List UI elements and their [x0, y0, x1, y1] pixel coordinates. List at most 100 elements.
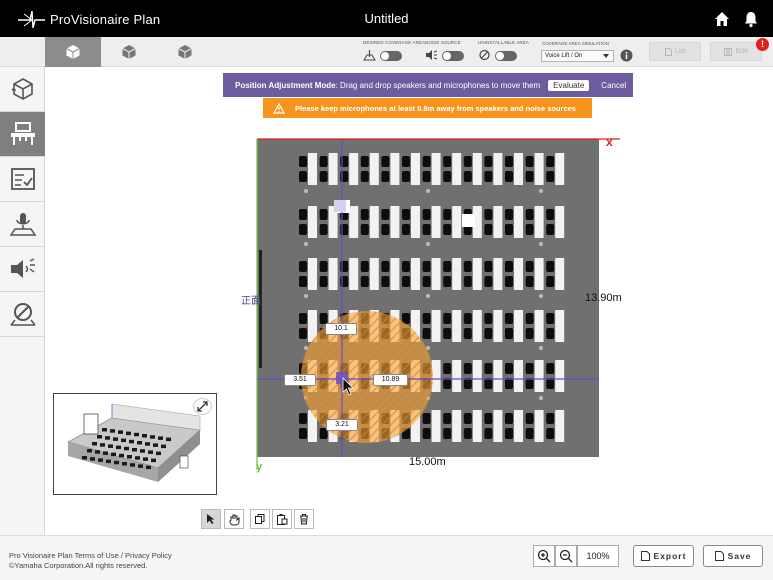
desk	[452, 310, 462, 342]
pan-tool-button[interactable]	[224, 509, 244, 529]
desk	[555, 206, 565, 238]
front-wall	[259, 250, 262, 368]
desk	[555, 258, 565, 290]
chair	[525, 171, 534, 182]
desk	[514, 310, 523, 342]
mini-desk	[113, 437, 118, 441]
chair	[525, 156, 534, 167]
desk	[493, 258, 503, 290]
chair	[505, 378, 513, 389]
chair	[463, 171, 472, 182]
mini-desk	[97, 435, 102, 439]
desk	[369, 206, 379, 238]
expand-minimap-button[interactable]	[193, 398, 212, 415]
y-axis-label: y	[256, 461, 263, 473]
chair	[463, 156, 472, 167]
chair	[319, 171, 328, 182]
desk	[555, 310, 565, 342]
chair	[463, 276, 472, 287]
chair	[360, 171, 369, 182]
chair	[546, 276, 555, 287]
chair	[443, 209, 452, 220]
desk	[555, 360, 565, 392]
zoom-out-icon	[559, 549, 573, 563]
paste-tool-button[interactable]	[272, 509, 292, 529]
microphone-marker-top[interactable]	[334, 200, 346, 212]
coordinate-top: 10.1	[325, 323, 357, 335]
desk	[472, 410, 482, 442]
chair	[402, 209, 410, 220]
export-button[interactable]: Export	[633, 545, 694, 567]
chair	[463, 428, 472, 439]
floor-marker	[539, 396, 543, 400]
chair	[525, 313, 534, 324]
mini-desk	[102, 428, 107, 432]
mini-desk	[137, 441, 142, 445]
copy-tool-button[interactable]	[250, 509, 270, 529]
delete-tool-button[interactable]	[294, 509, 314, 529]
save-icon	[714, 551, 724, 561]
chair	[402, 224, 410, 235]
chair	[484, 363, 493, 374]
select-tool-button[interactable]	[201, 509, 221, 529]
mini-desk	[95, 450, 100, 454]
coordinate-right: 10.89	[373, 374, 408, 386]
chair	[422, 328, 431, 339]
chair	[443, 224, 452, 235]
chair	[299, 328, 307, 339]
desk	[411, 153, 420, 185]
mini-desk	[108, 444, 113, 448]
chair	[299, 428, 307, 439]
terms-links[interactable]: Pro Visionaire Plan Terms of Use / Priva…	[9, 551, 172, 560]
mini-desk	[90, 457, 95, 461]
chair	[463, 313, 472, 324]
floor-marker	[539, 346, 543, 350]
chair	[360, 209, 369, 220]
mini-desk	[127, 455, 132, 459]
chair	[484, 428, 493, 439]
desk	[431, 206, 441, 238]
desk	[555, 153, 565, 185]
desk	[493, 360, 503, 392]
chair	[443, 428, 452, 439]
export-label: Export	[653, 551, 687, 561]
floor-marker	[426, 189, 430, 193]
floor-marker	[539, 242, 543, 246]
chair	[422, 261, 431, 272]
mini-desk	[98, 458, 103, 462]
x-axis-label: x	[606, 135, 613, 149]
chair	[422, 276, 431, 287]
desk	[472, 258, 482, 290]
desk	[472, 360, 482, 392]
floor-marker	[304, 294, 308, 298]
chair	[484, 156, 493, 167]
chair	[299, 209, 307, 220]
chair	[546, 413, 555, 424]
desk	[349, 258, 359, 290]
floor-marker	[539, 189, 543, 193]
desk	[514, 153, 523, 185]
zoom-level[interactable]: 100%	[577, 545, 619, 567]
chair	[299, 276, 307, 287]
desk	[390, 206, 400, 238]
mini-desk	[145, 442, 150, 446]
mini-desk	[92, 442, 97, 446]
desk	[472, 310, 482, 342]
desk	[328, 153, 338, 185]
copy-icon	[255, 514, 265, 524]
mini-desk	[105, 436, 110, 440]
desk	[493, 206, 503, 238]
arrow-pointer-icon	[207, 514, 215, 524]
zoom-in-button[interactable]	[533, 545, 555, 567]
save-button[interactable]: Save	[703, 545, 763, 567]
chair	[299, 261, 307, 272]
chair	[443, 363, 452, 374]
chair	[525, 363, 534, 374]
chair	[505, 428, 513, 439]
chair	[484, 378, 493, 389]
chair	[505, 156, 513, 167]
zoom-out-button[interactable]	[555, 545, 577, 567]
mini-desk	[134, 432, 139, 437]
desk	[514, 258, 523, 290]
coordinate-left: 3.51	[284, 374, 316, 386]
